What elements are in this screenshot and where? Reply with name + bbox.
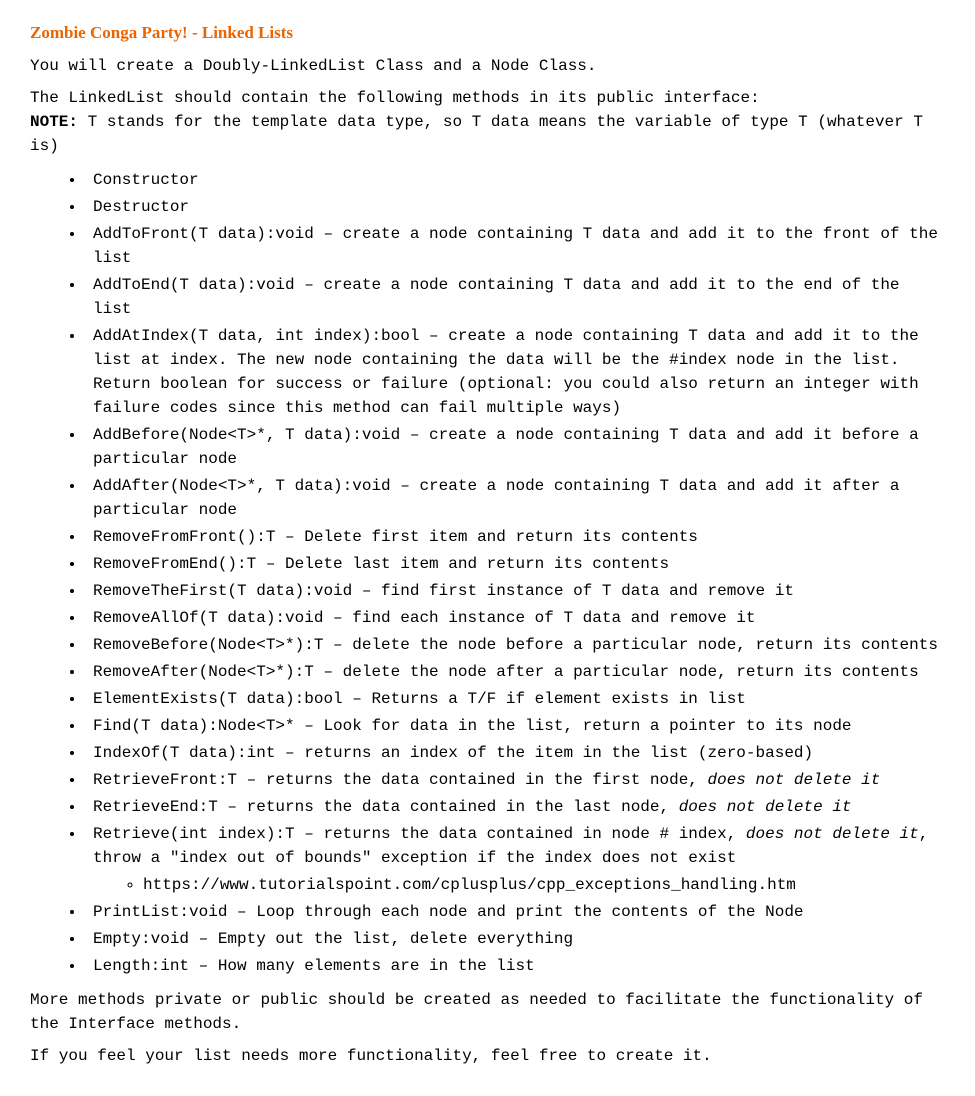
document-title: Zombie Conga Party! - Linked Lists [30, 20, 945, 46]
list-item: Find(T data):Node<T>* – Look for data in… [85, 714, 945, 738]
outro-paragraph-1: More methods private or public should be… [30, 988, 945, 1036]
method-emphasis: does not delete it [679, 798, 852, 816]
list-item: RetrieveFront:T – returns the data conta… [85, 768, 945, 792]
method-emphasis: does not delete it [708, 771, 881, 789]
sub-list: https://www.tutorialspoint.com/cplusplus… [93, 873, 945, 897]
list-item: Length:int – How many elements are in th… [85, 954, 945, 978]
method-text: Retrieve(int index):T – returns the data… [93, 825, 746, 843]
list-item: RemoveAllOf(T data):void – find each ins… [85, 606, 945, 630]
list-item: Empty:void – Empty out the list, delete … [85, 927, 945, 951]
list-item: Destructor [85, 195, 945, 219]
list-item: Retrieve(int index):T – returns the data… [85, 822, 945, 897]
list-item: RemoveFromEnd():T – Delete last item and… [85, 552, 945, 576]
list-item: AddToFront(T data):void – create a node … [85, 222, 945, 270]
list-item: PrintList:void – Loop through each node … [85, 900, 945, 924]
list-item: AddBefore(Node<T>*, T data):void – creat… [85, 423, 945, 471]
list-item: Constructor [85, 168, 945, 192]
list-item: AddToEnd(T data):void – create a node co… [85, 273, 945, 321]
list-item: ElementExists(T data):bool – Returns a T… [85, 687, 945, 711]
sub-list-item: https://www.tutorialspoint.com/cplusplus… [143, 873, 945, 897]
list-item: RemoveTheFirst(T data):void – find first… [85, 579, 945, 603]
method-text: RetrieveEnd:T – returns the data contain… [93, 798, 679, 816]
method-text: RetrieveFront:T – returns the data conta… [93, 771, 708, 789]
list-item: RemoveAfter(Node<T>*):T – delete the nod… [85, 660, 945, 684]
list-item: RemoveBefore(Node<T>*):T – delete the no… [85, 633, 945, 657]
list-item: RetrieveEnd:T – returns the data contain… [85, 795, 945, 819]
intro-text-2: The LinkedList should contain the follow… [30, 89, 760, 107]
list-item: RemoveFromFront():T – Delete first item … [85, 525, 945, 549]
methods-list: Constructor Destructor AddToFront(T data… [30, 168, 945, 978]
list-item: AddAtIndex(T data, int index):bool – cre… [85, 324, 945, 420]
list-item: IndexOf(T data):int – returns an index o… [85, 741, 945, 765]
note-text: T stands for the template data type, so … [30, 113, 923, 155]
intro-paragraph-2: The LinkedList should contain the follow… [30, 86, 945, 158]
outro-paragraph-2: If you feel your list needs more functio… [30, 1044, 945, 1068]
intro-paragraph-1: You will create a Doubly-LinkedList Clas… [30, 54, 945, 78]
note-label: NOTE: [30, 113, 78, 131]
method-emphasis: does not delete it [746, 825, 919, 843]
list-item: AddAfter(Node<T>*, T data):void – create… [85, 474, 945, 522]
document-body: You will create a Doubly-LinkedList Clas… [30, 54, 945, 1068]
